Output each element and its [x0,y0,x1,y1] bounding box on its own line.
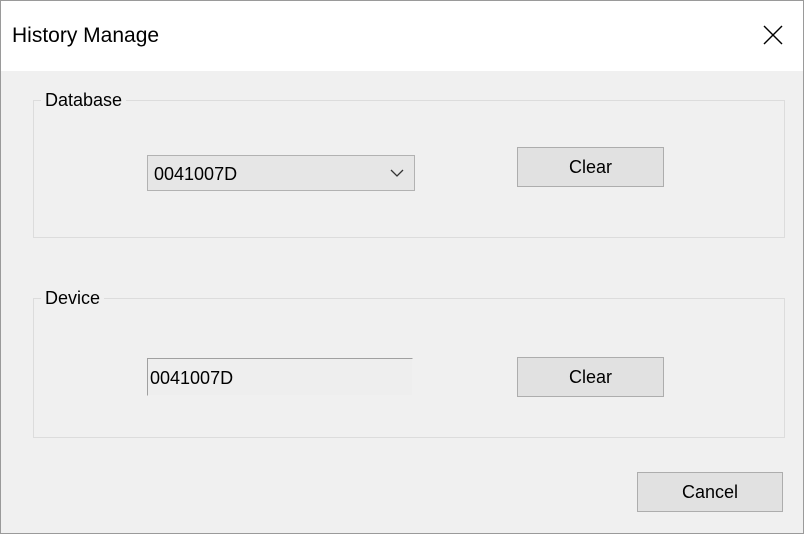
device-id-value: 0041007D [150,368,234,388]
database-select-value: 0041007D [154,164,238,184]
close-icon [763,25,783,45]
device-group-label: Device [41,287,105,309]
database-group-label: Database [41,89,127,111]
dialog-title: History Manage [12,24,160,47]
database-select[interactable]: 0041007D [147,155,415,191]
cancel-button[interactable]: Cancel [637,472,783,512]
title-bar: History Manage [1,1,803,71]
database-clear-button[interactable]: Clear [517,147,664,187]
device-id-field[interactable]: 0041007D [147,358,413,396]
chevron-down-icon [390,169,404,177]
history-manage-dialog: History Manage Database 0041007D Clear D… [0,0,804,534]
device-clear-button[interactable]: Clear [517,357,664,397]
close-button[interactable] [751,15,795,55]
